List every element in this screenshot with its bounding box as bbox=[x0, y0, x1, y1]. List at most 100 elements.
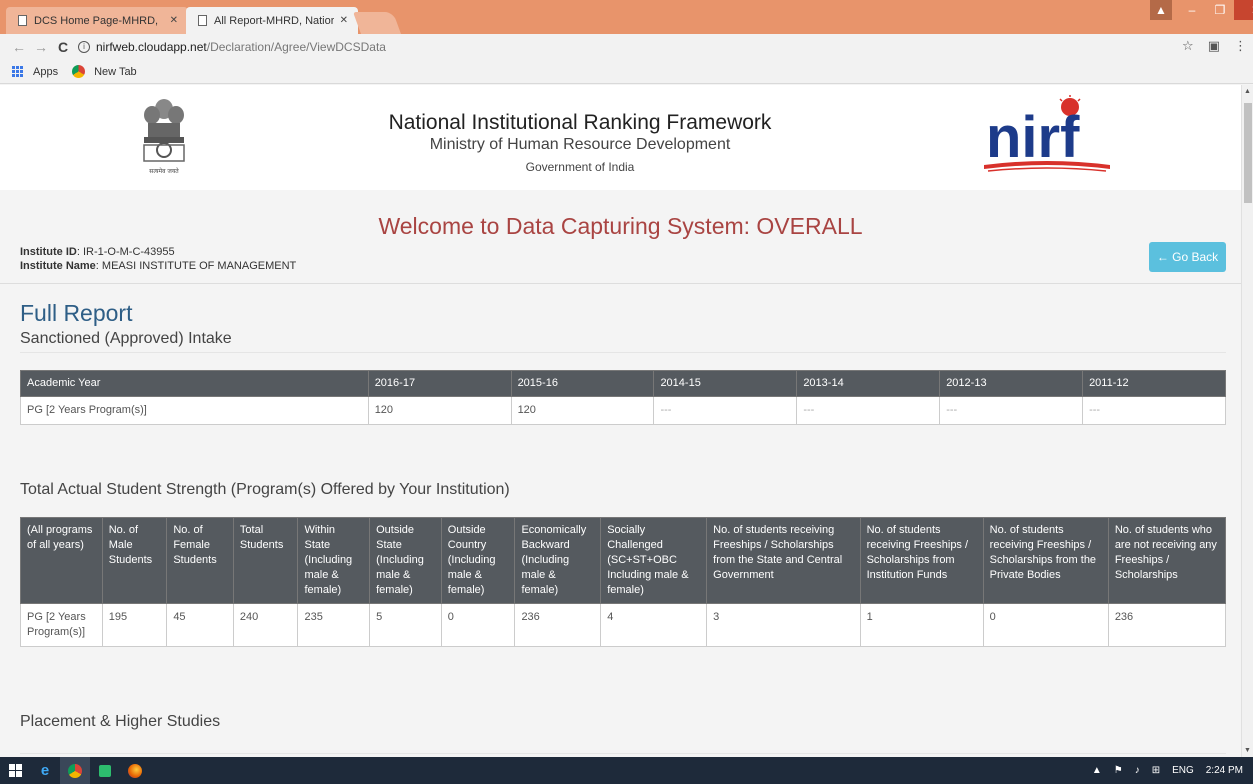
table-cell: --- bbox=[939, 396, 1084, 425]
column-header: Outside Country (Including male & female… bbox=[440, 517, 516, 604]
start-button[interactable] bbox=[0, 757, 30, 784]
bookmarks-bar: Apps New Tab bbox=[0, 60, 1253, 84]
bookmark-new-tab[interactable]: New Tab bbox=[94, 66, 137, 78]
table-cell: --- bbox=[796, 396, 941, 425]
column-header: 2015-16 bbox=[510, 370, 655, 397]
table-cell: PG [2 Years Program(s)] bbox=[20, 603, 103, 647]
network-icon[interactable]: ⊞ bbox=[1152, 765, 1160, 776]
column-header: Academic Year bbox=[20, 370, 369, 397]
svg-text:nirf: nirf bbox=[986, 105, 1080, 170]
go-back-button[interactable]: ← Go Back bbox=[1149, 242, 1226, 272]
table-cell: 0 bbox=[982, 603, 1109, 647]
restore-icon[interactable]: ❐ bbox=[1206, 0, 1234, 20]
institute-id-label: Institute ID bbox=[20, 246, 77, 258]
store-taskbar-icon[interactable] bbox=[90, 757, 120, 784]
tab-all-report[interactable]: All Report-MHRD, Natior ✕ bbox=[186, 7, 358, 34]
reload-icon[interactable]: C bbox=[52, 39, 74, 55]
institute-name-value: : MEASI INSTITUTE OF MANAGEMENT bbox=[95, 260, 297, 272]
ministry-name: Ministry of Human Resource Development bbox=[429, 136, 731, 153]
scrollbar-thumb[interactable] bbox=[1244, 103, 1252, 203]
welcome-heading: Welcome to Data Capturing System: OVERAL… bbox=[378, 213, 863, 239]
institute-name-label: Institute Name bbox=[20, 260, 96, 272]
bookmark-apps[interactable]: Apps bbox=[33, 66, 58, 78]
table-cell: 0 bbox=[440, 603, 516, 647]
column-header: Economically Backward (Including male & … bbox=[514, 517, 602, 604]
institute-id-value: : IR-1-O-M-C-43955 bbox=[76, 246, 175, 258]
new-tab-button[interactable] bbox=[352, 12, 402, 34]
tab-title: All Report-MHRD, Natior bbox=[214, 14, 334, 27]
column-header: 2016-17 bbox=[367, 370, 512, 397]
column-header: 2012-13 bbox=[939, 370, 1084, 397]
user-icon[interactable]: ▲ bbox=[1150, 0, 1172, 20]
table-cell: 4 bbox=[600, 603, 708, 647]
table-cell: 240 bbox=[232, 603, 299, 647]
chrome-taskbar-icon[interactable] bbox=[60, 757, 90, 784]
section-rule bbox=[20, 352, 1226, 353]
tab-title: DCS Home Page-MHRD, bbox=[34, 14, 159, 27]
placement-section-title: Placement & Higher Studies bbox=[20, 713, 221, 730]
close-tab-icon[interactable]: ✕ bbox=[170, 15, 178, 26]
page-scrollbar[interactable]: ▲ ▼ bbox=[1241, 85, 1253, 757]
nirf-logo: nirf bbox=[984, 95, 1110, 172]
column-header: No. of Female Students bbox=[166, 517, 234, 604]
browser-titlebar: DCS Home Page-MHRD, ✕ All Report-MHRD, N… bbox=[0, 0, 1253, 34]
column-header: Within State (Including male & female) bbox=[297, 517, 371, 604]
site-header: सत्यमेव जयते National Institutional Rank… bbox=[0, 85, 1241, 190]
bookmark-star-icon[interactable]: ☆ bbox=[1182, 38, 1194, 54]
table-cell: 120 bbox=[367, 396, 512, 425]
government-name: Government of India bbox=[525, 160, 635, 174]
back-icon[interactable]: ← bbox=[8, 39, 30, 55]
apps-icon[interactable] bbox=[12, 66, 23, 77]
info-icon[interactable]: i bbox=[78, 41, 90, 53]
taskbar: e ▲ ⚑ ♪ ⊞ ENG 2:24 PM bbox=[0, 757, 1253, 784]
table-cell: 236 bbox=[1107, 603, 1227, 647]
column-header: No. of students receiving Freeships / Sc… bbox=[859, 517, 984, 604]
table-cell: 235 bbox=[297, 603, 371, 647]
column-header: No. of Male Students bbox=[101, 517, 168, 604]
column-header: 2013-14 bbox=[796, 370, 941, 397]
tray-arrow-icon[interactable]: ▲ bbox=[1092, 765, 1102, 776]
tab-dcs-home[interactable]: DCS Home Page-MHRD, ✕ bbox=[6, 7, 188, 34]
forward-icon[interactable]: → bbox=[30, 39, 52, 55]
intake-table: Academic Year 2016-17 2015-16 2014-15 2013-1… bbox=[20, 370, 1226, 425]
close-tab-icon[interactable]: ✕ bbox=[340, 15, 348, 26]
table-row: PG [2 Years Program(s)] 195 45 240 235 5 0 236 4… bbox=[20, 603, 1227, 647]
table-cell: 1 bbox=[859, 603, 984, 647]
table-cell: 45 bbox=[166, 603, 234, 647]
table-cell: 3 bbox=[706, 603, 861, 647]
page-title: Full Report bbox=[20, 300, 133, 326]
column-header: No. of students who are not receiving an… bbox=[1107, 517, 1227, 604]
column-header: (All programs of all years) bbox=[20, 517, 103, 604]
column-header: 2014-15 bbox=[653, 370, 798, 397]
extension-icon[interactable]: ▣ bbox=[1208, 38, 1220, 54]
table-cell: --- bbox=[1082, 396, 1226, 425]
language-indicator[interactable]: ENG bbox=[1172, 765, 1194, 776]
site-title: National Institutional Ranking Framework bbox=[388, 111, 772, 134]
section-rule bbox=[20, 753, 1226, 754]
volume-icon[interactable]: ♪ bbox=[1135, 765, 1140, 776]
column-header: 2011-12 bbox=[1082, 370, 1226, 397]
column-header: Total Students bbox=[232, 517, 299, 604]
column-header: Socially Challenged (SC+ST+OBC Including… bbox=[600, 517, 708, 604]
scroll-down-icon[interactable]: ▼ bbox=[1244, 747, 1251, 754]
page-viewport: सत्यमेव जयते National Institutional Rank… bbox=[0, 85, 1241, 757]
ie-taskbar-icon[interactable]: e bbox=[30, 757, 60, 784]
clock[interactable]: 2:24 PM bbox=[1206, 765, 1243, 776]
new-tab-bookmark-icon[interactable] bbox=[72, 65, 86, 78]
flag-icon[interactable]: ⚑ bbox=[1114, 765, 1123, 776]
address-bar: ← → C i nirfweb.cloudapp.net/Declaration… bbox=[0, 34, 1253, 60]
firefox-taskbar-icon[interactable] bbox=[120, 757, 150, 784]
table-cell: PG [2 Years Program(s)] bbox=[20, 396, 369, 425]
windows-icon bbox=[8, 764, 22, 777]
menu-icon[interactable]: ⋮ bbox=[1234, 38, 1247, 54]
table-row: PG [2 Years Program(s)] 120 120 --- --- --- --… bbox=[20, 396, 1226, 425]
url-input[interactable]: i nirfweb.cloudapp.net/Declaration/Agree… bbox=[78, 36, 1238, 58]
minimize-icon[interactable]: – bbox=[1178, 0, 1206, 20]
column-header: Outside State (Including male & female) bbox=[369, 517, 442, 604]
divider bbox=[0, 283, 1241, 284]
close-window-icon[interactable]: ✕ bbox=[1234, 0, 1253, 20]
table-cell: 236 bbox=[514, 603, 602, 647]
window-controls: ▲ – ❐ ✕ bbox=[1150, 0, 1253, 20]
document-icon bbox=[198, 15, 207, 26]
scroll-up-icon[interactable]: ▲ bbox=[1244, 88, 1251, 95]
